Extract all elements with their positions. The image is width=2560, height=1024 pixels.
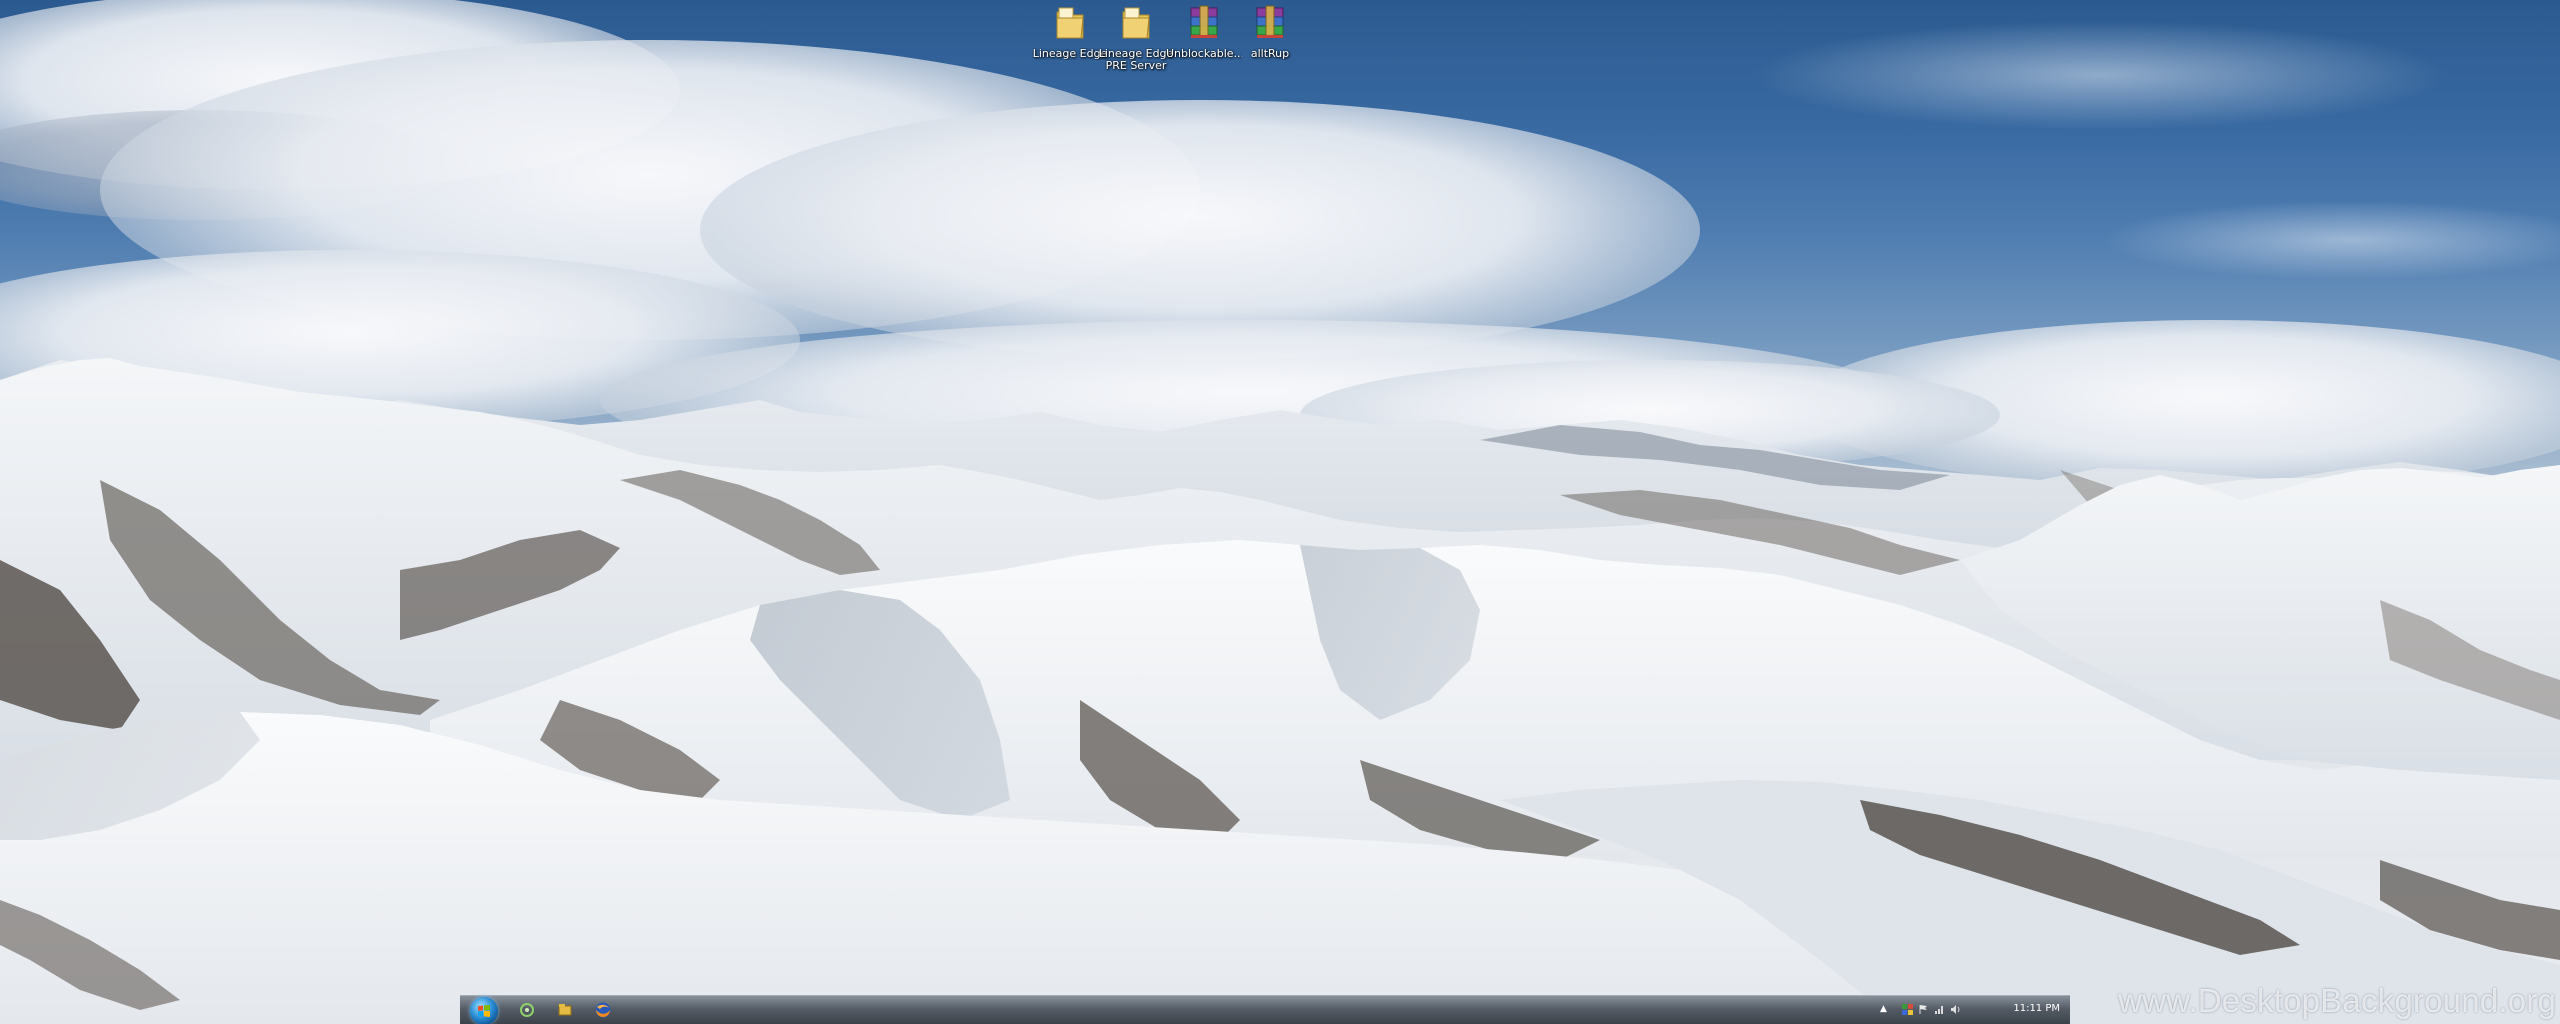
taskbar-firefox[interactable] bbox=[592, 999, 614, 1021]
watermark: www.DesktopBackground.org bbox=[2118, 982, 2556, 1019]
desktop-icon-alltrup[interactable]: alltRup bbox=[1232, 4, 1308, 60]
desktop-icon-lineage-edge-pre-server[interactable]: Lineage Edge PRE Server bbox=[1098, 4, 1174, 72]
winrar-archive-icon bbox=[1190, 5, 1218, 38]
desktop: Lineage Edge Lineage Edge PRE Server Unb… bbox=[0, 0, 2560, 1024]
network-app-icon bbox=[520, 1003, 534, 1017]
desktop-icon-label: Lineage Edge PRE Server bbox=[1098, 48, 1174, 72]
windows-flag-icon bbox=[478, 1005, 490, 1017]
network-tray-icon[interactable] bbox=[1934, 1004, 1945, 1015]
taskbar-pinned-app-2[interactable] bbox=[554, 999, 576, 1021]
taskbar: ▲ 11:11 PM bbox=[460, 995, 2070, 1024]
system-tray: ▲ 11:11 PM bbox=[1880, 996, 2070, 1024]
folder-icon bbox=[1122, 7, 1150, 39]
desktop-icon-unblockable[interactable]: Unblockable... bbox=[1166, 4, 1242, 60]
desktop-icon-label: alltRup bbox=[1250, 48, 1290, 60]
taskbar-pinned-app-1[interactable] bbox=[516, 999, 538, 1021]
start-button[interactable] bbox=[470, 997, 498, 1024]
volume-tray-icon[interactable] bbox=[1950, 1004, 1961, 1015]
wallpaper-mountains bbox=[0, 358, 2560, 1024]
flag-tray-icon[interactable] bbox=[1918, 1004, 1929, 1015]
desktop-icon-label: Lineage Edge bbox=[1032, 48, 1108, 60]
firefox-icon bbox=[595, 1002, 611, 1018]
folder-app-icon bbox=[558, 1004, 572, 1016]
desktop-icon-lineage-edge[interactable]: Lineage Edge bbox=[1032, 4, 1108, 60]
taskbar-clock[interactable]: 11:11 PM bbox=[2013, 1003, 2060, 1014]
show-hidden-icons-icon[interactable]: ▲ bbox=[1880, 1004, 1891, 1015]
folder-icon bbox=[1056, 7, 1084, 39]
app-tray-icon[interactable] bbox=[1902, 1004, 1913, 1015]
desktop-icon-label: Unblockable... bbox=[1166, 48, 1242, 60]
winrar-archive-icon bbox=[1256, 5, 1284, 38]
